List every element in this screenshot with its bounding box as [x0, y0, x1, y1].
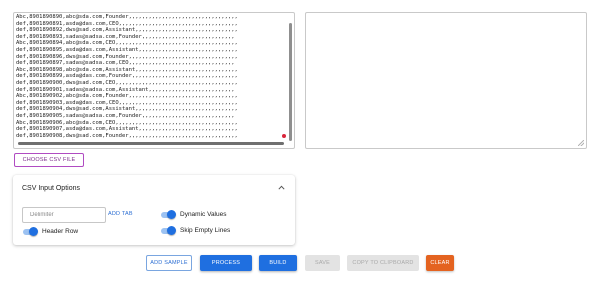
- csv-line: def,8901890895,asda@das.com,Assistant,,,…: [16, 46, 238, 53]
- add-sample-button[interactable]: ADD SAMPLE: [146, 255, 192, 271]
- csv-line: def,8901890905,sadas@sadsa.com,Founder,,…: [16, 112, 235, 119]
- dynamic-values-toggle[interactable]: Dynamic Values: [160, 210, 226, 219]
- csv-line: def,8901890897,sadas@sadsa.com,CEO,,,,,,…: [16, 60, 235, 67]
- build-button[interactable]: BUILD: [259, 255, 297, 271]
- copy-to-clipboard-button[interactable]: COPY TO CLIPBOARD: [347, 255, 419, 271]
- choose-csv-file-button[interactable]: CHOOSE CSV FILE: [14, 153, 84, 167]
- csv-input-options-panel: CSV Input Options ADD TAB Header Row Dyn…: [13, 175, 295, 245]
- csv-line: def,8901890903,asda@das.com,CEO,,,,,,,,,…: [16, 99, 238, 106]
- csv-line: Abc,8901890902,abc@sda.com,Founder,,,,,,…: [16, 93, 238, 100]
- header-row-toggle[interactable]: Header Row: [22, 227, 78, 236]
- csv-line: Abc,8901890898,abc@sda.com,Assistant,,,,…: [16, 66, 238, 73]
- options-title: CSV Input Options: [22, 185, 80, 192]
- csv-line: def,8901890892,dws@sad.com,Assistant,,,,…: [16, 27, 238, 34]
- csv-line: def,8901890900,dws@sad.com,CEO,,,,,,,,,,…: [16, 79, 238, 86]
- csv-input-horizontal-scrollbar[interactable]: [18, 142, 284, 145]
- clear-button[interactable]: CLEAR: [426, 255, 454, 271]
- csv-converter-page: Abc,8901890890,abc@sda.com,Founder,,,,,,…: [0, 0, 600, 281]
- header-row-label: Header Row: [42, 228, 79, 235]
- csv-input-textarea[interactable]: Abc,8901890890,abc@sda.com,Founder,,,,,,…: [13, 12, 295, 149]
- skip-empty-lines-label: Skip Empty Lines: [180, 227, 231, 234]
- delimiter-input[interactable]: [22, 207, 106, 223]
- chevron-up-icon[interactable]: [278, 185, 285, 192]
- csv-line: def,8901890907,asda@das.com,Assistant,,,…: [16, 126, 238, 133]
- csv-line: def,8901890891,asda@das.com,CEO,,,,,,,,,…: [16, 20, 238, 27]
- skip-empty-lines-switch[interactable]: [160, 226, 176, 235]
- csv-line: def,8901890908,dws@sad.com,Founder,,,,,,…: [16, 132, 238, 139]
- csv-input-content: Abc,8901890890,abc@sda.com,Founder,,,,,,…: [16, 14, 286, 142]
- csv-line: Abc,8901890894,abc@sda.com,CEO,,,,,,,,,,…: [16, 40, 238, 47]
- csv-line: Abc,8901890906,abc@sda.com,CEO,,,,,,,,,,…: [16, 119, 238, 126]
- add-tab-button[interactable]: ADD TAB: [108, 211, 133, 217]
- process-button[interactable]: PROCESS: [200, 255, 252, 271]
- csv-line: def,8901890904,dws@sad.com,Assistant,,,,…: [16, 106, 238, 113]
- header-row-switch[interactable]: [22, 227, 38, 236]
- save-button[interactable]: SAVE: [305, 255, 340, 271]
- resize-handle-icon[interactable]: [282, 134, 286, 138]
- skip-empty-lines-toggle[interactable]: Skip Empty Lines: [160, 226, 230, 235]
- csv-input-vertical-scrollbar[interactable]: [289, 23, 292, 141]
- csv-line: def,8901890899,asda@das.com,Founder,,,,,…: [16, 73, 238, 80]
- dynamic-values-label: Dynamic Values: [180, 211, 227, 218]
- csv-line: def,8901890893,sadas@sadsa.com,Founder,,…: [16, 33, 235, 40]
- csv-line: def,8901890901,sadas@sadsa.com,Assistant…: [16, 86, 235, 93]
- resize-grip-icon[interactable]: [578, 140, 584, 146]
- dynamic-values-switch[interactable]: [160, 210, 176, 219]
- csv-line: def,8901890896,dws@sad.com,Founder,,,,,,…: [16, 53, 238, 60]
- output-textarea[interactable]: [305, 12, 587, 149]
- csv-line: Abc,8901890890,abc@sda.com,Founder,,,,,,…: [16, 14, 238, 20]
